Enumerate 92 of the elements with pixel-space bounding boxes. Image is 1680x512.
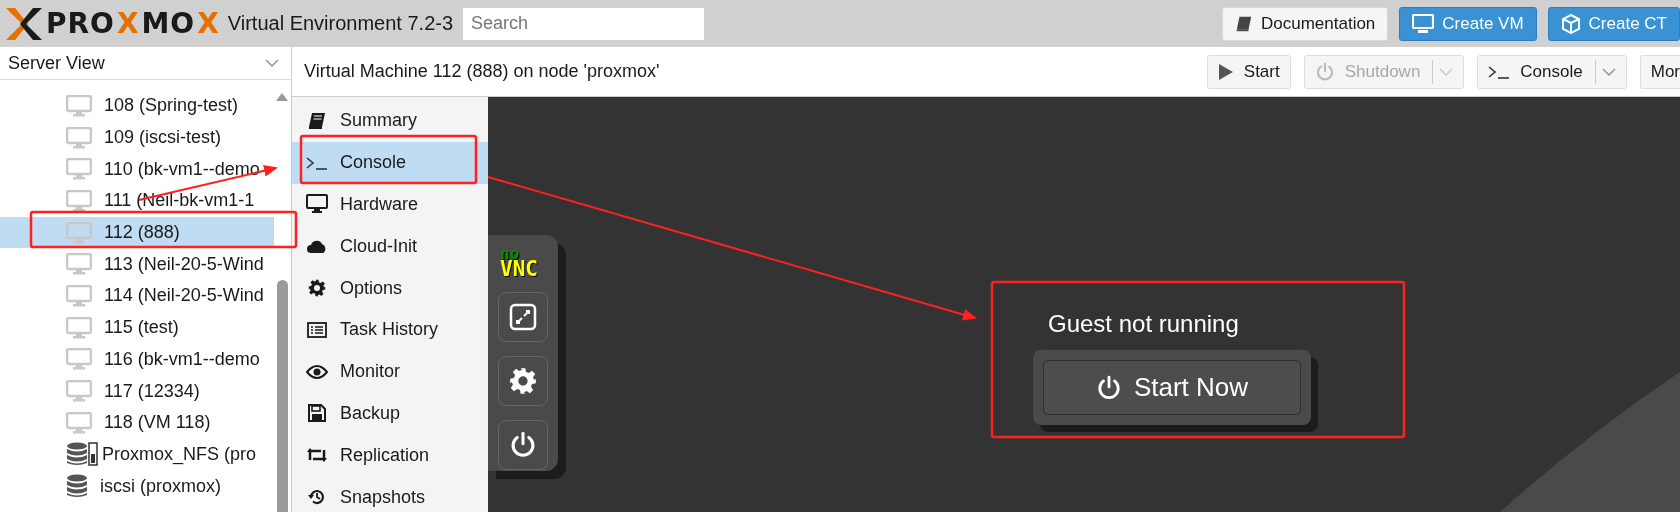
documentation-button[interactable]: Documentation bbox=[1222, 6, 1389, 41]
chevron-down-icon bbox=[265, 59, 279, 67]
nav-item[interactable]: Snapshots bbox=[292, 476, 488, 512]
console-screen[interactable]: no VNC Guest not running Start Now bbox=[488, 97, 1680, 512]
monitor-icon bbox=[66, 221, 92, 244]
status-message: Guest not running bbox=[1048, 310, 1239, 338]
power-icon bbox=[1095, 374, 1122, 401]
tree-item[interactable]: 118 (VM 118) bbox=[0, 406, 274, 439]
eye-icon bbox=[306, 364, 328, 379]
view-selector[interactable]: Server View bbox=[0, 47, 291, 80]
fullscreen-icon bbox=[509, 303, 537, 332]
tree-item[interactable]: 117 (12334) bbox=[0, 375, 274, 407]
history-icon bbox=[308, 488, 326, 507]
tree-label: 108 (Spring-test) bbox=[104, 95, 239, 117]
search-field[interactable]: Search bbox=[463, 7, 705, 40]
monitor-icon bbox=[306, 194, 328, 215]
chevron-down-icon bbox=[1601, 67, 1616, 76]
monitor-icon bbox=[66, 380, 92, 403]
power-icon bbox=[1314, 61, 1335, 82]
tree-item[interactable]: 114 (Neil-20-5-Wind bbox=[0, 280, 274, 312]
tree-label: 113 (Neil-20-5-Wind bbox=[104, 253, 264, 275]
monitor-icon bbox=[66, 253, 92, 276]
book-icon bbox=[1235, 14, 1253, 33]
nav-item[interactable]: Cloud-Init bbox=[292, 225, 488, 268]
settings-icon bbox=[509, 367, 537, 396]
monitor-icon bbox=[66, 158, 92, 181]
tree-label: 111 (Neil-bk-vm1-1 bbox=[104, 190, 255, 212]
tree-label: 117 (12334) bbox=[104, 380, 200, 402]
play-icon bbox=[1217, 62, 1234, 81]
proxmox-logo: PROX MOX bbox=[4, 5, 220, 42]
nav-item[interactable]: Options bbox=[292, 267, 488, 309]
start-now-button[interactable]: Start Now bbox=[1043, 360, 1301, 415]
book-icon bbox=[307, 110, 327, 131]
tree-item[interactable]: Proxmox_NFS (pro bbox=[0, 438, 274, 471]
database-icon bbox=[66, 442, 88, 467]
monitor-icon bbox=[66, 94, 92, 117]
gear-icon bbox=[308, 279, 326, 298]
nav-item[interactable]: Console bbox=[292, 141, 488, 184]
monitor-icon bbox=[66, 411, 92, 434]
nav-item[interactable]: Monitor bbox=[292, 350, 488, 393]
scroll-up-icon bbox=[276, 93, 288, 101]
tree-item[interactable]: iscsi (proxmox) bbox=[0, 470, 274, 502]
tree-label: 115 (test) bbox=[104, 317, 179, 339]
nav-item[interactable]: Task History bbox=[292, 309, 488, 351]
nav-item[interactable]: Backup bbox=[292, 392, 488, 435]
status-icon bbox=[88, 442, 98, 467]
nav-item[interactable]: Hardware bbox=[292, 183, 488, 226]
settings-button[interactable] bbox=[498, 356, 548, 407]
monitor-icon bbox=[66, 284, 92, 307]
database-icon bbox=[66, 474, 88, 499]
tree-item[interactable]: 112 (888) bbox=[0, 216, 274, 249]
monitor-icon bbox=[66, 126, 92, 149]
vm-title: Virtual Machine 112 (888) on node 'proxmox' bbox=[304, 61, 660, 82]
tree-label: 118 (VM 118) bbox=[104, 412, 211, 434]
terminal-icon bbox=[306, 155, 328, 170]
floppy-icon bbox=[308, 404, 326, 423]
nav-item[interactable]: Replication bbox=[292, 434, 488, 477]
toolbar-button[interactable]: Console bbox=[1477, 54, 1627, 89]
tree-label: 112 (888) bbox=[104, 222, 180, 244]
cloud-icon bbox=[306, 238, 328, 255]
tree-label: Proxmox_NFS (pro bbox=[102, 443, 257, 465]
monitor-icon bbox=[66, 348, 92, 371]
product-version: Virtual Environment 7.2-3 bbox=[227, 12, 454, 35]
scroll-thumb[interactable] bbox=[277, 280, 288, 512]
fullscreen-button[interactable] bbox=[498, 292, 548, 343]
power-icon bbox=[509, 431, 537, 460]
tree-item[interactable]: 116 (bk-vm1--demo bbox=[0, 343, 274, 376]
tree-item[interactable]: 108 (Spring-test) bbox=[0, 90, 274, 122]
toolbar-button[interactable]: Start bbox=[1206, 54, 1291, 89]
novnc-logo: no VNC bbox=[500, 247, 538, 279]
tree-item[interactable]: 115 (test) bbox=[0, 311, 274, 344]
monitor-icon bbox=[66, 189, 92, 212]
tree-item[interactable]: 111 (Neil-bk-vm1-1 bbox=[0, 185, 274, 217]
monitor-icon bbox=[66, 316, 92, 339]
list-icon bbox=[307, 321, 327, 338]
terminal-icon bbox=[1488, 64, 1511, 79]
toolbar-button[interactable]: Mor bbox=[1639, 54, 1680, 89]
x-logo-icon bbox=[4, 5, 44, 42]
retweet-icon bbox=[306, 447, 328, 464]
tree-item[interactable]: 113 (Neil-20-5-Wind bbox=[0, 248, 274, 281]
tree-item[interactable]: 110 (bk-vm1--demo bbox=[0, 153, 274, 186]
cube-icon bbox=[1560, 13, 1581, 34]
tree-label: 110 (bk-vm1--demo bbox=[104, 158, 260, 180]
power-button[interactable] bbox=[498, 420, 548, 471]
tree-item[interactable]: 109 (iscsi-test) bbox=[0, 121, 274, 154]
monitor-icon bbox=[1412, 13, 1435, 34]
chevron-down-icon bbox=[1439, 67, 1454, 76]
tree-label: 109 (iscsi-test) bbox=[104, 127, 222, 149]
tree-label: 116 (bk-vm1--demo bbox=[104, 348, 260, 370]
tree-label: 114 (Neil-20-5-Wind bbox=[104, 285, 264, 307]
nav-item[interactable]: Summary bbox=[292, 100, 488, 142]
tree-label: iscsi (proxmox) bbox=[100, 475, 221, 497]
